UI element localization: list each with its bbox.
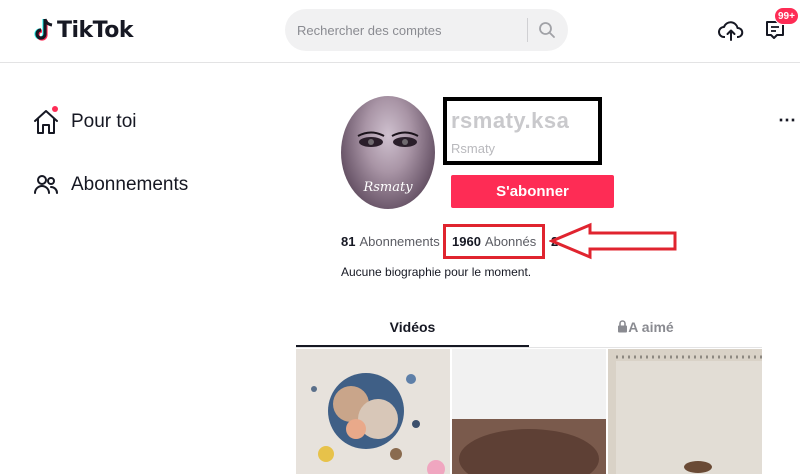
search-bar: [285, 9, 568, 51]
following-stat[interactable]: 81 Abonnements: [341, 234, 440, 249]
users-icon: [32, 171, 60, 199]
annotation-highlight-box: [443, 224, 545, 259]
lock-icon: [618, 320, 628, 333]
logo-text: TikTok: [57, 17, 134, 43]
sidebar-item-label: Abonnements: [71, 174, 189, 195]
search-button[interactable]: [535, 18, 559, 42]
search-divider: [527, 18, 528, 42]
top-bar: TikTok 99+: [0, 0, 800, 63]
video-thumbnail-image: [608, 349, 762, 474]
sidebar-item-abonnements[interactable]: Abonnements: [32, 171, 188, 199]
tab-label: Vidéos: [389, 319, 436, 335]
more-options-icon[interactable]: ⋯: [778, 110, 797, 131]
following-label: Abonnements: [359, 234, 440, 249]
cloud-upload-icon: [718, 21, 744, 41]
video-thumbnail-image: [296, 349, 450, 474]
follow-button[interactable]: S'abonner: [451, 175, 614, 208]
tiktok-logo[interactable]: TikTok: [33, 14, 134, 46]
search-input[interactable]: [297, 9, 517, 51]
username: rsmaty.ksa: [451, 108, 570, 133]
nickname: Rsmaty: [451, 141, 496, 156]
following-count: 81: [341, 234, 356, 249]
upload-button[interactable]: [718, 18, 744, 44]
tab-label: A aimé: [628, 319, 674, 335]
tab-divider: [296, 347, 762, 348]
video-thumbnail[interactable]: [608, 349, 762, 474]
notification-badge: 99+: [774, 7, 799, 25]
avatar-eyes-image: [357, 131, 419, 147]
bio-text: Aucune biographie pour le moment.: [341, 265, 532, 279]
sidebar-item-label: Pour toi: [71, 111, 137, 132]
active-tab-indicator: [296, 345, 529, 347]
new-content-dot: [52, 106, 58, 112]
annotation-arrow-icon: [549, 222, 677, 260]
tab-liked[interactable]: A aimé: [529, 319, 762, 335]
sidebar-item-pour-toi[interactable]: Pour toi: [32, 106, 137, 136]
video-thumbnail-image: [452, 349, 606, 474]
video-thumbnail[interactable]: [452, 349, 606, 474]
redacted-name-box: rsmaty.ksa Rsmaty: [443, 97, 602, 165]
tiktok-note-icon: [34, 18, 53, 41]
avatar[interactable]: Rsmaty: [341, 96, 435, 209]
search-icon: [539, 22, 555, 38]
avatar-signature: Rsmaty: [363, 180, 413, 195]
home-icon: [32, 106, 60, 136]
tab-videos[interactable]: Vidéos: [296, 319, 529, 335]
video-thumbnail[interactable]: [296, 349, 450, 474]
